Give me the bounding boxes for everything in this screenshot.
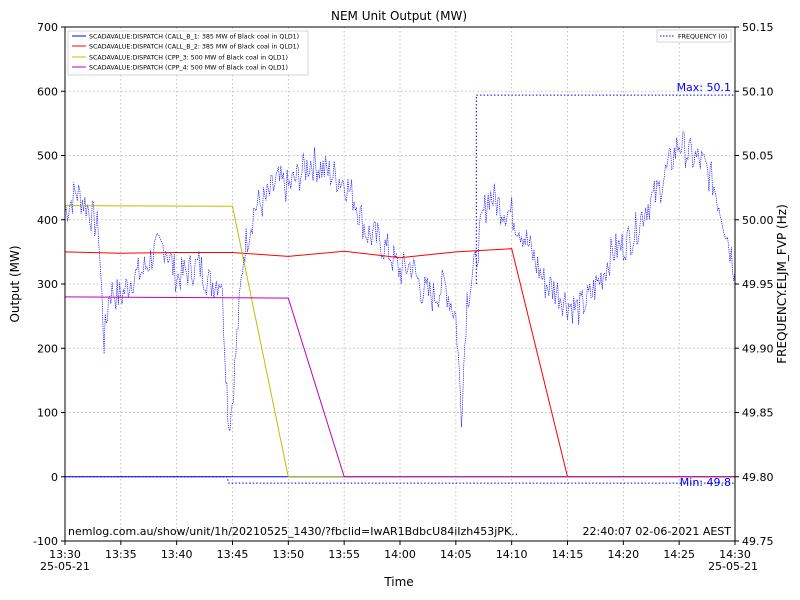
y2-tick-label: 49.75 <box>742 535 774 548</box>
frequency-line <box>64 131 736 432</box>
grid <box>65 27 735 541</box>
max-line <box>475 94 735 284</box>
x-tick-label: 14:25 <box>663 548 695 561</box>
x-tick-label: 14:15 <box>552 548 584 561</box>
x-tick-label: 13:35 <box>105 548 137 561</box>
timestamp: 22:40:07 02-06-2021 AEST <box>583 525 732 538</box>
x-tick-label: 13:40 <box>161 548 193 561</box>
y-tick-label: 600 <box>37 85 58 98</box>
legend-label-call-b-1: SCADAVALUE:DISPATCH (CALL_B_1: 385 MW of… <box>89 34 299 41</box>
x-tick-label: 14:20 <box>607 548 639 561</box>
min-annotation: Min: 49.8 <box>680 476 731 489</box>
x-date-left: 25-05-21 <box>40 560 90 573</box>
max-annotation: Max: 50.1 <box>677 81 731 94</box>
y2-tick-label: 50.15 <box>742 21 774 34</box>
y-tick-label: 0 <box>51 471 58 484</box>
x-tick-label: 13:50 <box>272 548 304 561</box>
y2-tick-label: 49.90 <box>742 342 774 355</box>
x-tick-label: 14:00 <box>384 548 416 561</box>
y-tick-label: 200 <box>37 342 58 355</box>
legend-label-frequency: FREQUENCY (0) <box>678 34 727 41</box>
y2-tick-label: 49.85 <box>742 407 774 420</box>
x-date-right: 25-05-21 <box>708 560 758 573</box>
series-layer <box>64 94 736 484</box>
chart-canvas: NEM Unit Output (MW) 13:30 13:35 13:40 13:4… <box>8 9 789 589</box>
y-axis-label: Output (MW) <box>8 245 22 322</box>
x-tick-label: 14:05 <box>440 548 472 561</box>
x-axis-label: Time <box>383 575 413 589</box>
y2-tick-label: 50.00 <box>742 214 774 227</box>
x-tick-label: 13:55 <box>328 548 360 561</box>
y-tick-label: 300 <box>37 278 58 291</box>
legend-label-call-b-2: SCADAVALUE:DISPATCH (CALL_B_2: 385 MW of… <box>89 44 299 51</box>
y2-tick-label: 50.10 <box>742 85 774 98</box>
chart-title: NEM Unit Output (MW) <box>331 9 467 23</box>
legend-label-cpp-4: SCADAVALUE:DISPATCH (CPP_4: 500 MW of Bl… <box>89 65 288 72</box>
y-tick-label: 700 <box>37 21 58 34</box>
x-tick-label: 13:45 <box>217 548 249 561</box>
y-tick-label: 400 <box>37 214 58 227</box>
legend-label-cpp-3: SCADAVALUE:DISPATCH (CPP_3: 500 MW of Bl… <box>89 55 288 62</box>
y2-tick-label: 50.05 <box>742 150 774 163</box>
x-tick-label: 14:10 <box>496 548 528 561</box>
ticks: 13:30 13:35 13:40 13:45 13:50 13:55 14:00 14:05… <box>33 21 773 561</box>
legend-right: FREQUENCY (0) <box>656 29 732 43</box>
y2-axis-label: FREQUENCY.ELJM_FVP (Hz) <box>775 204 789 364</box>
y-tick-label: 500 <box>37 150 58 163</box>
legend-left: SCADAVALUE:DISPATCH (CALL_B_1: 385 MW of… <box>67 30 309 76</box>
y-tick-label: 100 <box>37 407 58 420</box>
source-url: nemlog.com.au/show/unit/1h/20210525_1430… <box>68 525 518 538</box>
y-tick-label: -100 <box>33 535 58 548</box>
y2-tick-label: 49.95 <box>742 278 774 291</box>
call-b-2-line <box>64 248 735 478</box>
y2-tick-label: 49.80 <box>742 471 774 484</box>
